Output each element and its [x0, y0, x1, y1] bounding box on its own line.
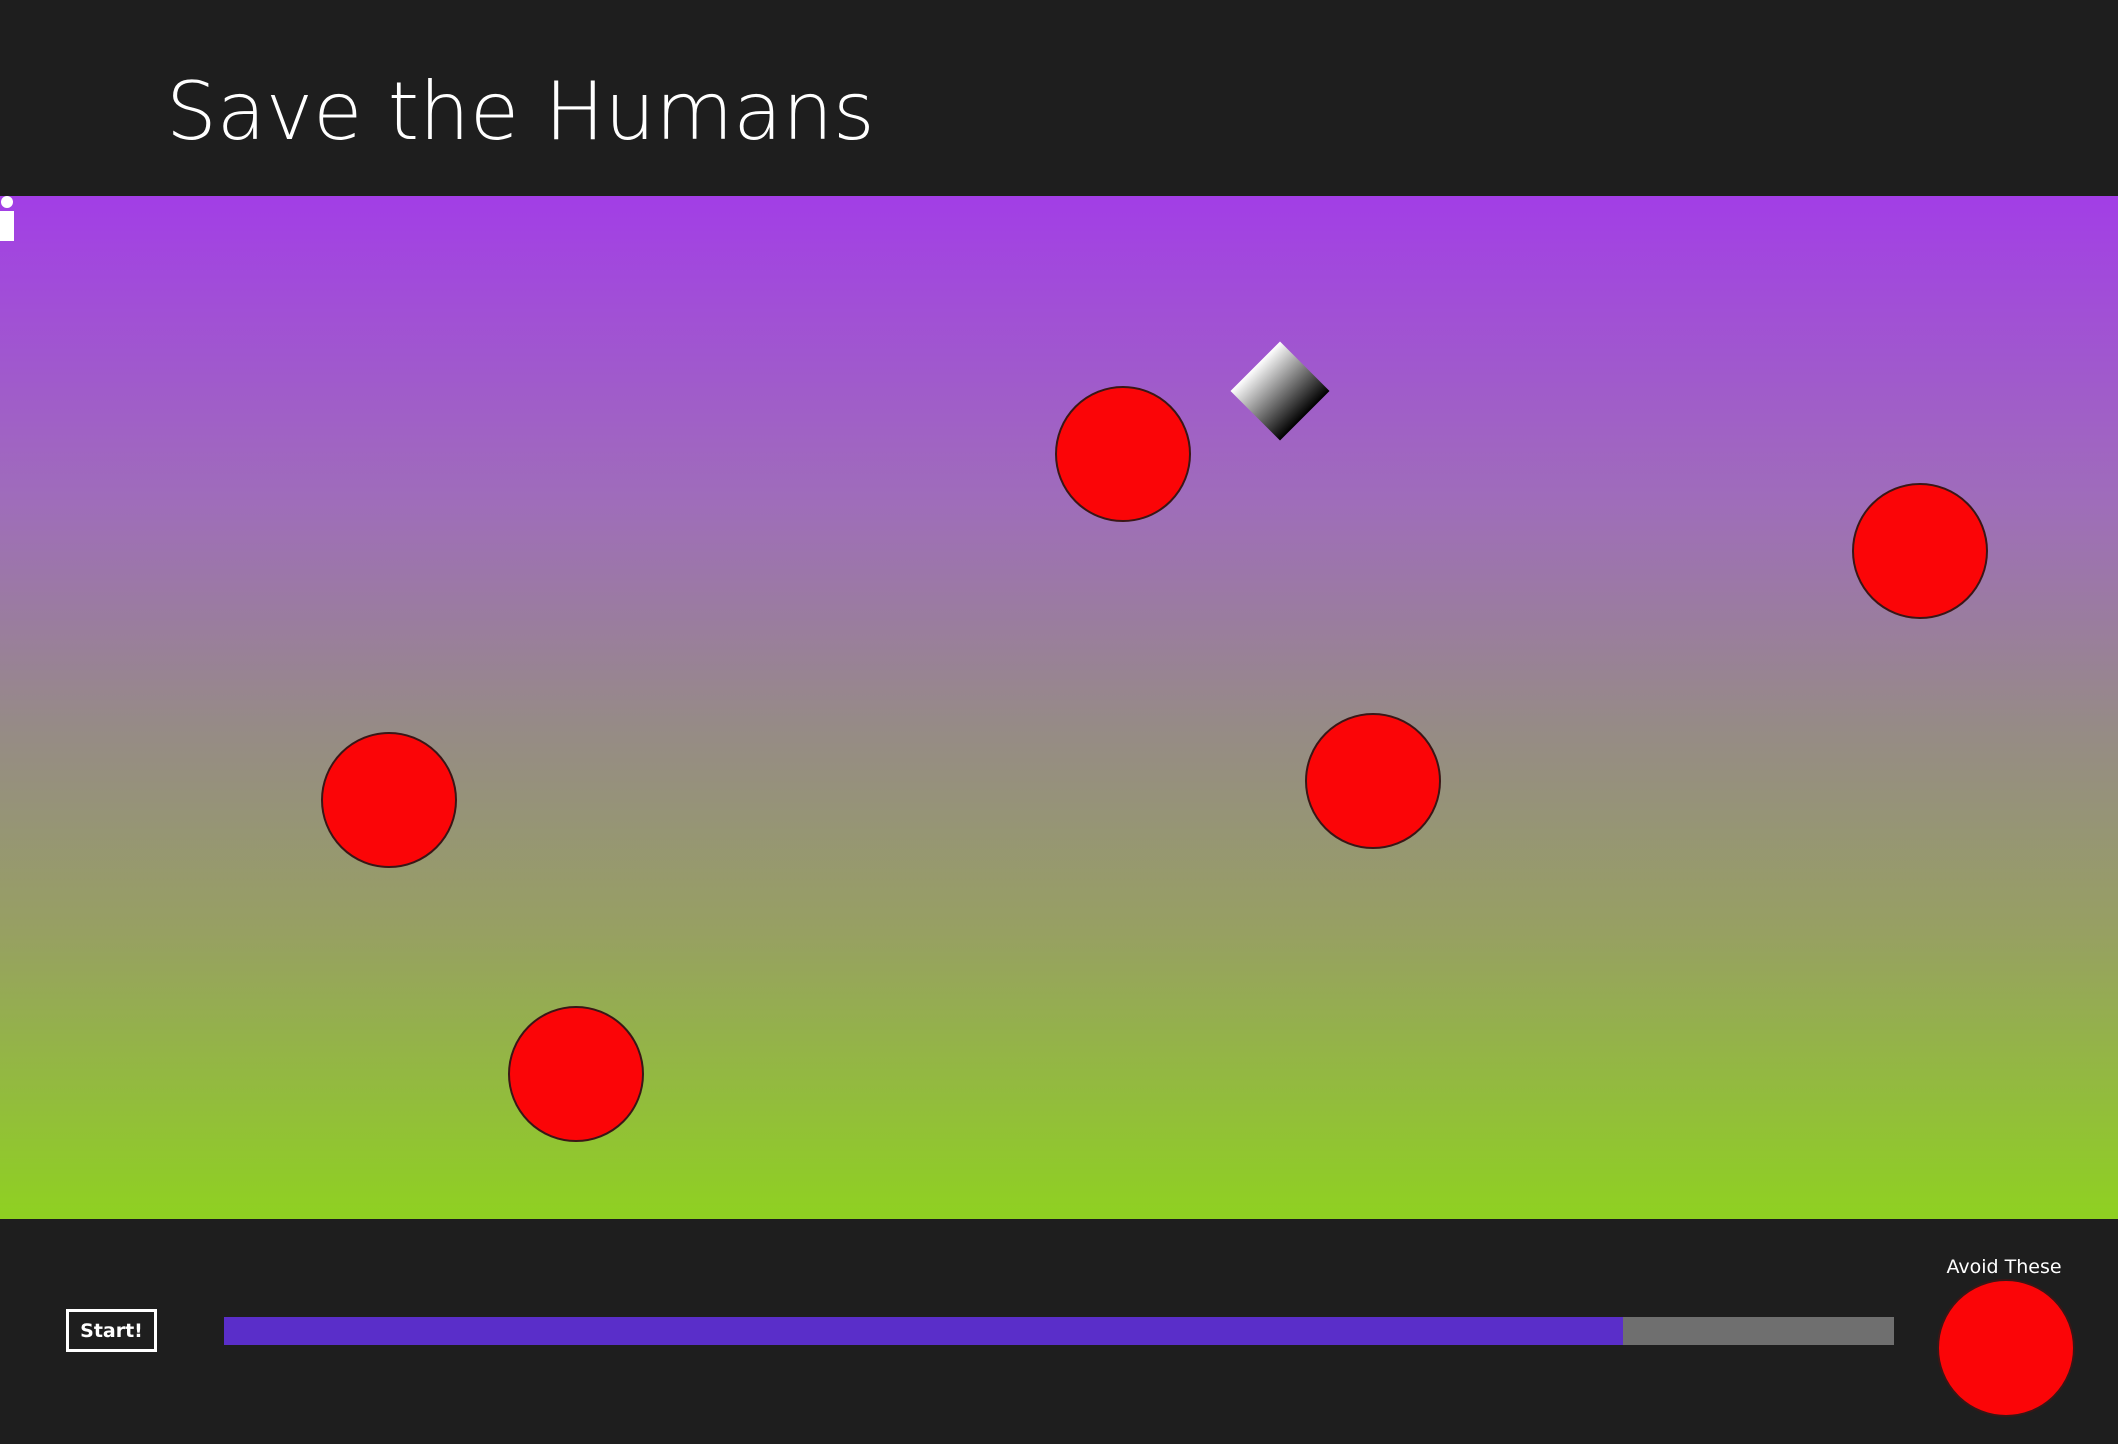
- enemy-circle: [508, 1006, 644, 1142]
- header: Save the Humans: [0, 0, 2118, 196]
- progress-bar: [224, 1317, 1894, 1345]
- enemy-example-icon: [1937, 1279, 2075, 1417]
- human-head: [1, 196, 13, 208]
- enemy-circle: [1305, 713, 1441, 849]
- start-button[interactable]: Start!: [66, 1309, 157, 1352]
- enemy-circle: [1852, 483, 1988, 619]
- target-diamond: [1230, 341, 1330, 441]
- game-page: Save the Humans Start! Avoid These: [0, 0, 2118, 1444]
- human-body: [0, 211, 14, 241]
- enemy-circle: [321, 732, 457, 868]
- progress-fill: [224, 1317, 1624, 1345]
- play-area[interactable]: [0, 196, 2118, 1219]
- footer: Start! Avoid These: [0, 1219, 2118, 1444]
- page-title: Save the Humans: [166, 65, 875, 158]
- enemy-circle: [1055, 386, 1191, 522]
- human-icon[interactable]: [0, 196, 14, 246]
- avoid-these-label: Avoid These: [1946, 1256, 2062, 1278]
